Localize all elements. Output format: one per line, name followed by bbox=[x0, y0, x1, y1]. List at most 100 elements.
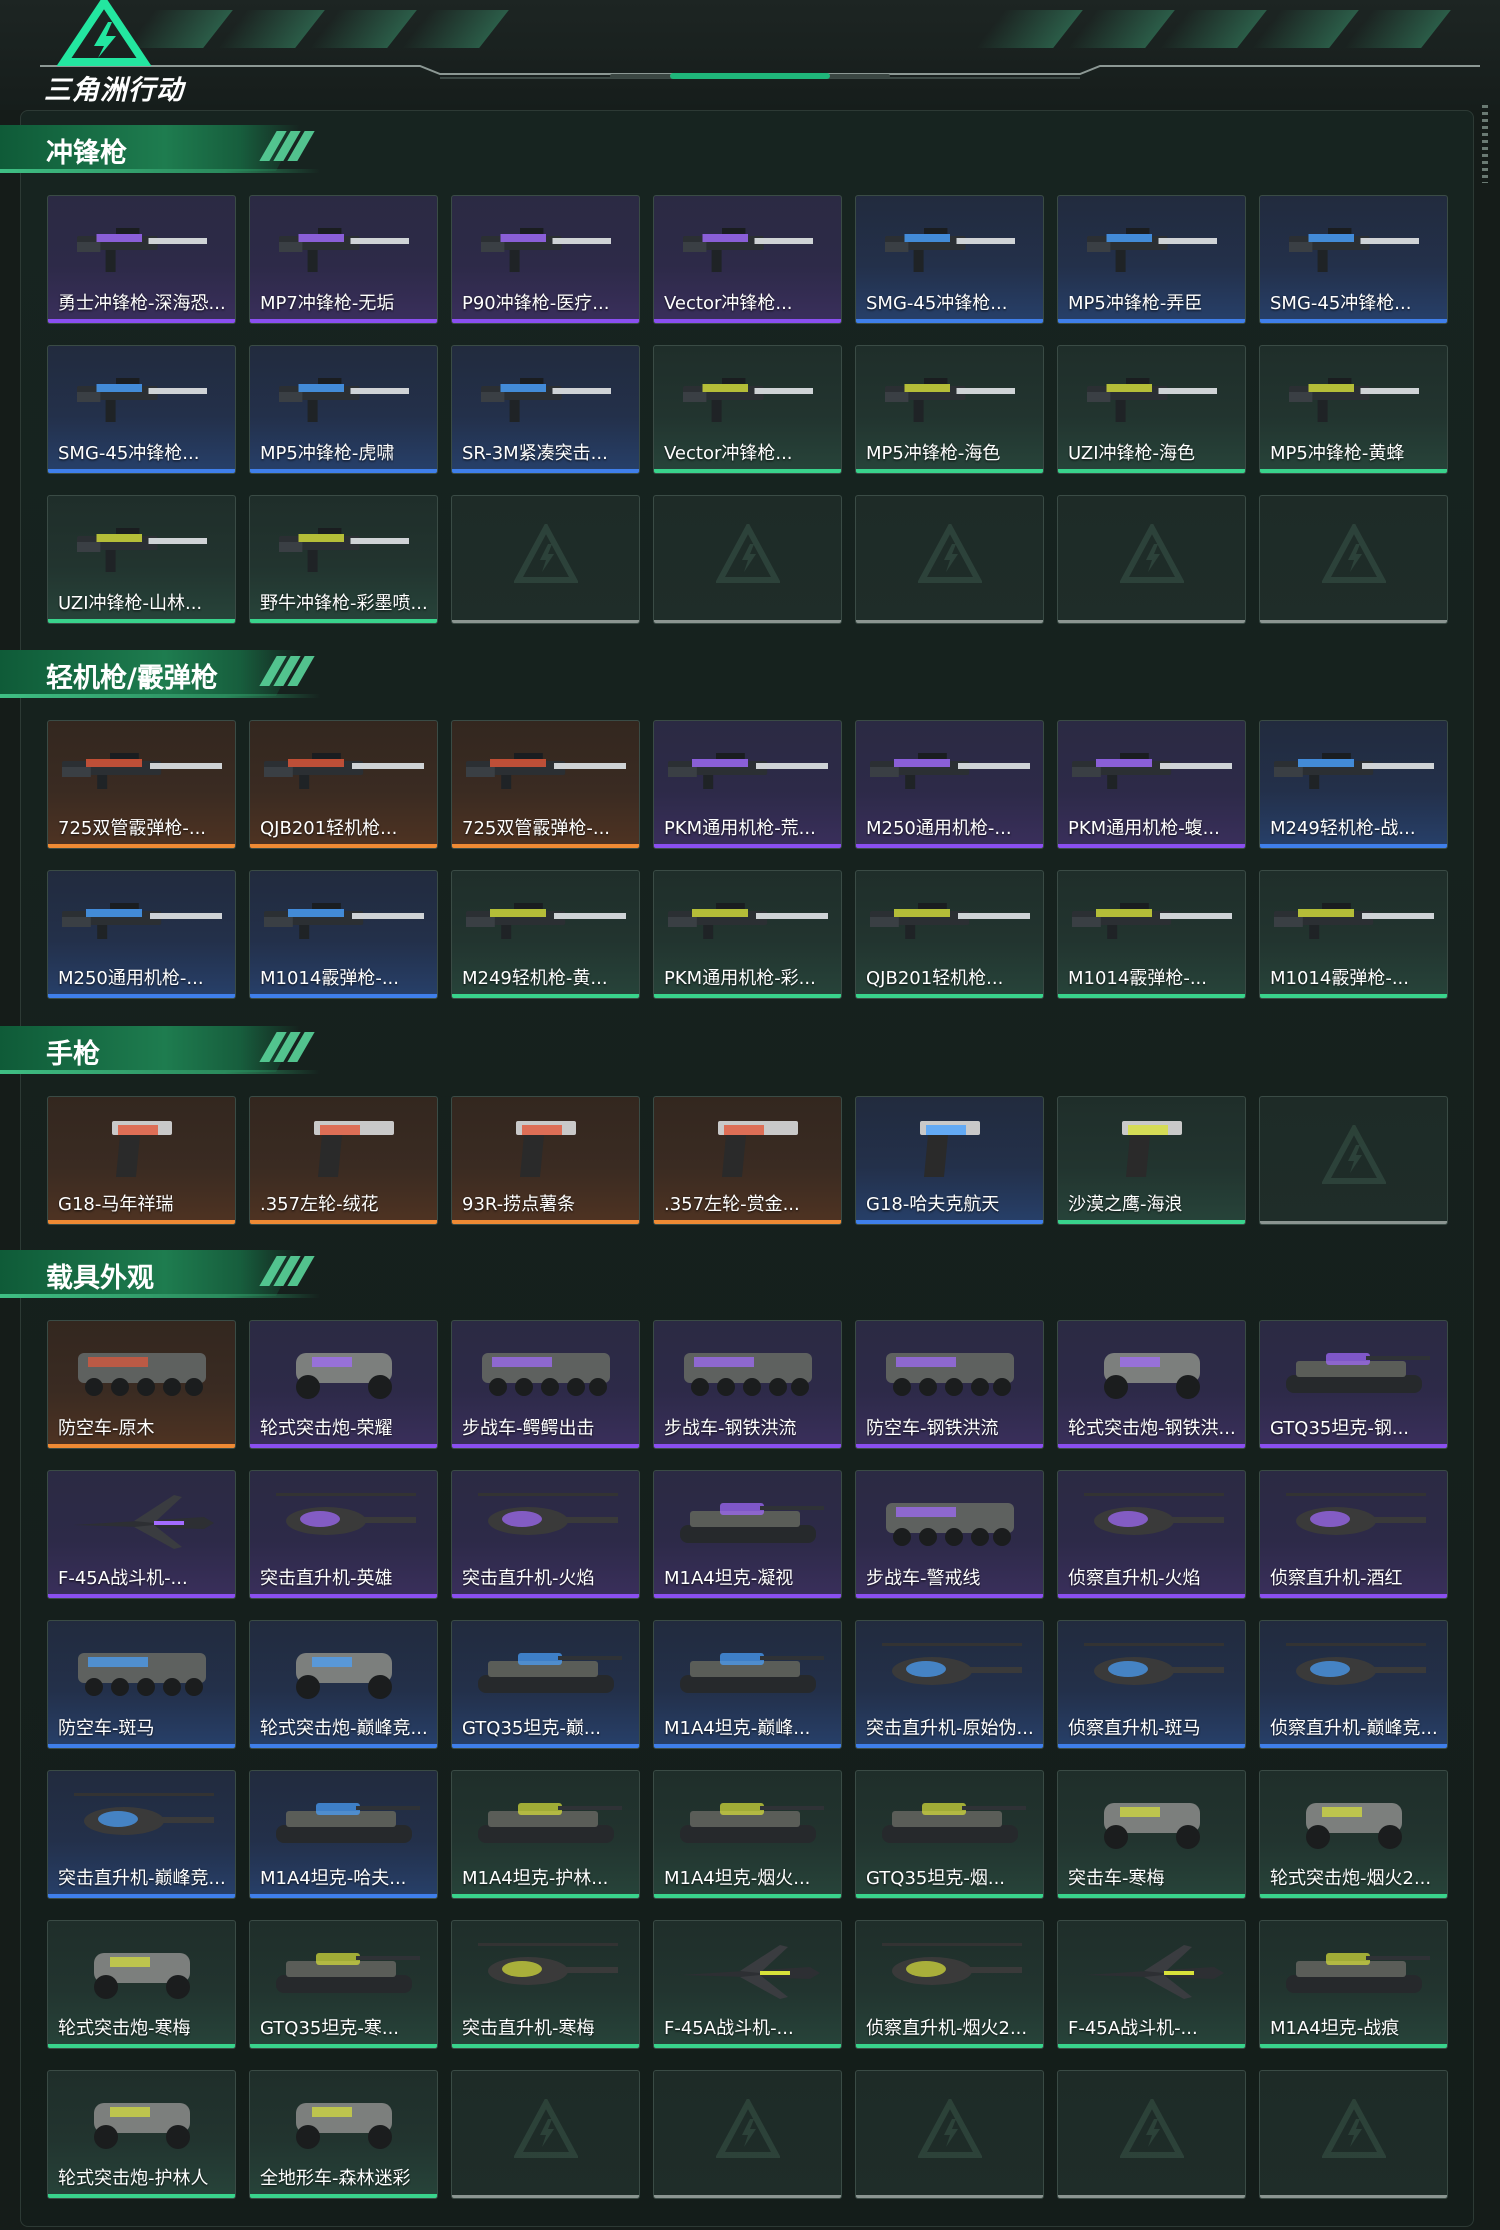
item-card[interactable]: F-45A战斗机-... bbox=[47, 1470, 236, 1599]
item-label: 725双管霰弹枪-... bbox=[462, 818, 611, 839]
item-card[interactable]: MP7冲锋枪-无垢 bbox=[249, 195, 438, 324]
header-stripes-left bbox=[125, 10, 509, 50]
scroll-indicator[interactable] bbox=[1482, 105, 1488, 183]
item-label: 全地形车-森林迷彩 bbox=[260, 2168, 411, 2189]
rarity-bar bbox=[856, 1744, 1043, 1748]
item-card[interactable]: 轮式突击炮-寒梅 bbox=[47, 1920, 236, 2049]
item-card[interactable]: 轮式突击炮-护林人 bbox=[47, 2070, 236, 2199]
rarity-bar bbox=[1058, 1594, 1245, 1598]
item-card[interactable]: MP5冲锋枪-虎啸 bbox=[249, 345, 438, 474]
item-card[interactable]: M1014霰弹枪-... bbox=[1057, 870, 1246, 999]
item-card[interactable]: 沙漠之鹰-海浪 bbox=[1057, 1096, 1246, 1225]
item-card[interactable]: GTQ35坦克-钢... bbox=[1259, 1320, 1448, 1449]
item-label: GTQ35坦克-烟... bbox=[866, 1868, 1006, 1889]
item-card[interactable]: 突击直升机-寒梅 bbox=[451, 1920, 640, 2049]
item-card[interactable]: 侦察直升机-酒红 bbox=[1259, 1470, 1448, 1599]
item-card[interactable]: 步战车-鳄鳄出击 bbox=[451, 1320, 640, 1449]
item-card[interactable]: GTQ35坦克-寒... bbox=[249, 1920, 438, 2049]
item-card[interactable]: 全地形车-森林迷彩 bbox=[249, 2070, 438, 2199]
item-card[interactable]: PKM通用机枪-荒... bbox=[653, 720, 842, 849]
item-card[interactable]: 野牛冲锋枪-彩墨喷... bbox=[249, 495, 438, 624]
item-card[interactable]: M1A4坦克-巅峰... bbox=[653, 1620, 842, 1749]
item-card[interactable]: GTQ35坦克-烟... bbox=[855, 1770, 1044, 1899]
item-label: M1A4坦克-护林... bbox=[462, 1868, 609, 1889]
item-card[interactable]: Vector冲锋枪... bbox=[653, 195, 842, 324]
item-card[interactable]: 侦察直升机-烟火2... bbox=[855, 1920, 1044, 2049]
item-card[interactable]: 侦察直升机-斑马 bbox=[1057, 1620, 1246, 1749]
item-label: GTQ35坦克-钢... bbox=[1270, 1418, 1410, 1439]
item-card[interactable]: M1A4坦克-哈夫... bbox=[249, 1770, 438, 1899]
rarity-bar bbox=[452, 2195, 639, 2198]
item-card[interactable]: M250通用机枪-... bbox=[855, 720, 1044, 849]
item-card[interactable]: 93R-捞点薯条 bbox=[451, 1096, 640, 1225]
item-card[interactable]: 突击车-寒梅 bbox=[1057, 1770, 1246, 1899]
rarity-bar bbox=[48, 319, 235, 323]
item-card[interactable]: M1A4坦克-护林... bbox=[451, 1770, 640, 1899]
item-card[interactable]: QJB201轻机枪... bbox=[855, 870, 1044, 999]
item-card[interactable]: F-45A战斗机-... bbox=[653, 1920, 842, 2049]
buggy-icon bbox=[296, 1353, 392, 1399]
item-label: 轮式突击炮-巅峰竞... bbox=[260, 1718, 428, 1739]
item-card[interactable]: F-45A战斗机-... bbox=[1057, 1920, 1246, 2049]
rarity-bar bbox=[1260, 319, 1447, 323]
item-card[interactable]: 轮式突击炮-烟火2... bbox=[1259, 1770, 1448, 1899]
item-card[interactable]: 防空车-斑马 bbox=[47, 1620, 236, 1749]
item-card[interactable]: 步战车-钢铁洪流 bbox=[653, 1320, 842, 1449]
buggy-icon bbox=[94, 1953, 190, 1999]
item-card[interactable]: .357左轮-绒花 bbox=[249, 1096, 438, 1225]
item-card[interactable]: UZI冲锋枪-海色 bbox=[1057, 345, 1246, 474]
item-card[interactable]: 轮式突击炮-巅峰竞... bbox=[249, 1620, 438, 1749]
item-card[interactable]: M1A4坦克-烟火... bbox=[653, 1770, 842, 1899]
item-card[interactable]: PKM通用机枪-彩... bbox=[653, 870, 842, 999]
item-card[interactable]: M1014霰弹枪-... bbox=[1259, 870, 1448, 999]
item-card[interactable]: 突击直升机-原始伪... bbox=[855, 1620, 1044, 1749]
item-card[interactable]: UZI冲锋枪-山林... bbox=[47, 495, 236, 624]
item-label: 725双管霰弹枪-... bbox=[58, 818, 207, 839]
item-card[interactable]: 轮式突击炮-荣耀 bbox=[249, 1320, 438, 1449]
placeholder-logo-icon bbox=[1120, 524, 1184, 583]
item-card[interactable]: 步战车-警戒线 bbox=[855, 1470, 1044, 1599]
empty-slot bbox=[653, 495, 842, 624]
item-card[interactable]: M249轻机枪-黄... bbox=[451, 870, 640, 999]
rarity-bar bbox=[1058, 1220, 1245, 1224]
item-card[interactable]: 防空车-原木 bbox=[47, 1320, 236, 1449]
item-label: SMG-45冲锋枪... bbox=[1270, 293, 1412, 314]
item-card[interactable]: 突击直升机-巅峰竞... bbox=[47, 1770, 236, 1899]
item-card[interactable]: M1A4坦克-战痕 bbox=[1259, 1920, 1448, 2049]
item-card[interactable]: 725双管霰弹枪-... bbox=[451, 720, 640, 849]
item-card[interactable]: 突击直升机-英雄 bbox=[249, 1470, 438, 1599]
item-card[interactable]: .357左轮-赏金... bbox=[653, 1096, 842, 1225]
item-card[interactable]: M250通用机枪-... bbox=[47, 870, 236, 999]
item-card[interactable]: P90冲锋枪-医疗... bbox=[451, 195, 640, 324]
item-card[interactable]: Vector冲锋枪... bbox=[653, 345, 842, 474]
item-card[interactable]: 侦察直升机-巅峰竞... bbox=[1259, 1620, 1448, 1749]
item-label: 侦察直升机-酒红 bbox=[1270, 1568, 1403, 1589]
item-card[interactable]: SMG-45冲锋枪... bbox=[1259, 195, 1448, 324]
item-card[interactable]: SMG-45冲锋枪... bbox=[855, 195, 1044, 324]
item-card[interactable]: MP5冲锋枪-黄蜂 bbox=[1259, 345, 1448, 474]
item-card[interactable]: MP5冲锋枪-海色 bbox=[855, 345, 1044, 474]
item-card[interactable]: G18-哈夫克航天 bbox=[855, 1096, 1044, 1225]
item-card[interactable]: QJB201轻机枪... bbox=[249, 720, 438, 849]
item-card[interactable]: SMG-45冲锋枪... bbox=[47, 345, 236, 474]
rarity-bar bbox=[654, 1894, 841, 1898]
item-card[interactable]: M249轻机枪-战... bbox=[1259, 720, 1448, 849]
section-header: 冲锋枪 bbox=[0, 125, 330, 177]
item-card[interactable]: 725双管霰弹枪-... bbox=[47, 720, 236, 849]
rarity-bar bbox=[452, 1744, 639, 1748]
item-card[interactable]: SR-3M紧凑突击... bbox=[451, 345, 640, 474]
helicopter-icon bbox=[276, 1493, 416, 1535]
rarity-bar bbox=[250, 1744, 437, 1748]
item-card[interactable]: 突击直升机-火焰 bbox=[451, 1470, 640, 1599]
item-card[interactable]: M1014霰弹枪-... bbox=[249, 870, 438, 999]
item-card[interactable]: PKM通用机枪-蝮... bbox=[1057, 720, 1246, 849]
item-card[interactable]: GTQ35坦克-巅... bbox=[451, 1620, 640, 1749]
rarity-bar bbox=[856, 1220, 1043, 1224]
item-card[interactable]: M1A4坦克-凝视 bbox=[653, 1470, 842, 1599]
item-card[interactable]: 侦察直升机-火焰 bbox=[1057, 1470, 1246, 1599]
item-card[interactable]: G18-马年祥瑞 bbox=[47, 1096, 236, 1225]
item-card[interactable]: 勇士冲锋枪-深海恐... bbox=[47, 195, 236, 324]
item-card[interactable]: 防空车-钢铁洪流 bbox=[855, 1320, 1044, 1449]
item-card[interactable]: MP5冲锋枪-弄臣 bbox=[1057, 195, 1246, 324]
item-card[interactable]: 轮式突击炮-钢铁洪... bbox=[1057, 1320, 1246, 1449]
